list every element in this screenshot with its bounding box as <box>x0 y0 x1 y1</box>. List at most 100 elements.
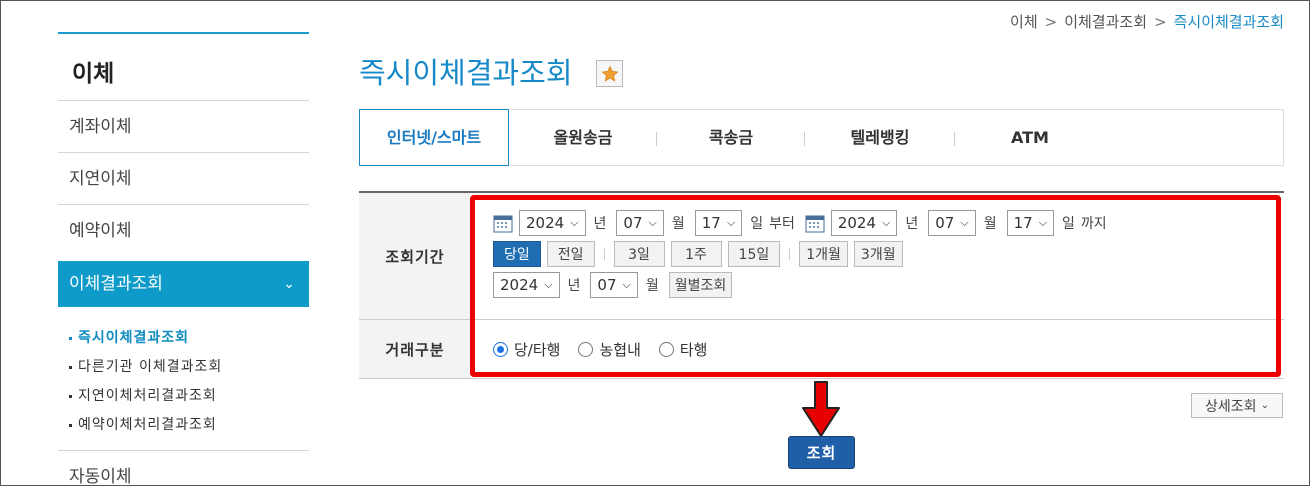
sidebar-item-auto-transfer[interactable]: 자동이체 <box>58 451 309 486</box>
breadcrumb-item[interactable]: 이체결과조회 <box>1064 13 1147 31</box>
unit-day: 일 <box>1062 216 1075 232</box>
breadcrumb: 이체 > 이체결과조회 > 즉시이체결과조회 <box>1010 11 1284 32</box>
radio-indicator <box>578 341 594 357</box>
bullet-icon <box>69 365 72 369</box>
tab-label: 올원송금 <box>553 128 613 147</box>
chevron-down-icon: ⌵ <box>726 216 736 229</box>
one-month-button[interactable]: 1개월 <box>799 241 848 267</box>
monthly-year-value: 2024 <box>500 276 539 294</box>
to-month-select[interactable]: 07 ⌵ <box>928 210 976 236</box>
tab-label: 콕송금 <box>708 128 754 147</box>
chevron-down-icon: ⌵ <box>622 278 631 291</box>
tab-allone-transfer[interactable]: 올원송금 <box>509 110 657 165</box>
period-row: 조회기간 2024 ⌵ 년 07 ⌵ 월 17 ⌵ 일 부터 2024 ⌵ 년 07 ⌵ … <box>359 193 1284 320</box>
monthly-month-select[interactable]: 07 ⌵ <box>590 272 638 298</box>
today-button[interactable]: 당일 <box>493 241 541 267</box>
radio-other-bank[interactable]: 타행 <box>658 339 708 360</box>
tab-kok-transfer[interactable]: 콕송금 <box>657 110 805 165</box>
submenu-item-label: 즉시이체결과조회 <box>78 330 190 346</box>
radio-label: 농협내 <box>599 340 641 359</box>
from-month-select[interactable]: 07 ⌵ <box>616 210 664 236</box>
chevron-down-icon: ⌄ <box>1260 400 1269 411</box>
unit-month: 월 <box>983 216 997 232</box>
bullet-icon <box>69 394 72 398</box>
tx-type-label: 거래구분 <box>359 320 471 378</box>
favorite-button[interactable] <box>596 60 623 87</box>
tab-internet-smart[interactable]: 인터넷/스마트 <box>359 109 509 166</box>
bullet-icon <box>69 423 72 427</box>
submenu-item-label: 지연이체처리결과조회 <box>78 388 217 404</box>
sidebar-title: 이체 <box>72 61 115 87</box>
tab-label: 텔레뱅킹 <box>850 128 910 147</box>
sidebar: 이체 계좌이체 지연이체 예약이체 이체결과조회 ⌄ 즉시이체결과조회 다른기관… <box>58 32 309 486</box>
submenu-item-delayed-result[interactable]: 지연이체처리결과조회 <box>69 382 309 411</box>
sidebar-item-scheduled-transfer[interactable]: 예약이체 <box>58 205 309 257</box>
three-days-button[interactable]: 3일 <box>613 241 665 267</box>
chevron-down-icon: ⌵ <box>1038 216 1048 229</box>
detail-search-button[interactable]: 상세조회 ⌄ <box>1191 393 1283 418</box>
radio-label: 당/타행 <box>514 340 561 359</box>
to-day-select[interactable]: 17 ⌵ <box>1006 210 1055 236</box>
submenu-item-label: 예약이체처리결과조회 <box>78 417 217 433</box>
divider <box>603 248 605 260</box>
chevron-down-icon: ⌵ <box>882 216 891 229</box>
period-controls: 2024 ⌵ 년 07 ⌵ 월 17 ⌵ 일 부터 2024 ⌵ 년 07 ⌵ 월 17 ⌵… <box>471 193 1284 319</box>
submenu-item-instant-result[interactable]: 즉시이체결과조회 <box>69 324 309 353</box>
unit-year: 년 <box>567 278 581 294</box>
sidebar-item-delayed-transfer[interactable]: 지연이체 <box>58 153 309 205</box>
sidebar-submenu: 즉시이체결과조회 다른기관 이체결과조회 지연이체처리결과조회 예약이체처리결과… <box>58 307 309 451</box>
from-year-value: 2024 <box>526 214 565 232</box>
radio-indicator <box>493 341 508 357</box>
page-title: 즉시이체결과조회 <box>359 56 573 90</box>
calendar-icon[interactable] <box>805 213 825 233</box>
monthly-month-value: 07 <box>597 276 617 294</box>
submenu-item-scheduled-result[interactable]: 예약이체처리결과조회 <box>69 411 309 440</box>
tx-type-row: 거래구분 당/타행 농협내 타행 <box>359 320 1284 379</box>
from-day-select[interactable]: 17 ⌵ <box>694 210 743 236</box>
sidebar-item-label: 이체결과조회 <box>69 274 163 294</box>
unit-month: 월 <box>645 278 659 294</box>
tab-telebanking[interactable]: 텔레뱅킹 <box>805 110 955 165</box>
period-label: 조회기간 <box>359 193 471 319</box>
breadcrumb-separator: > <box>1154 13 1167 31</box>
tab-atm[interactable]: ATM <box>955 110 1105 165</box>
chevron-down-icon: ⌵ <box>648 216 657 229</box>
to-suffix: 까지 <box>1080 216 1107 232</box>
yesterday-button[interactable]: 전일 <box>546 241 595 267</box>
monthly-year-select[interactable]: 2024 ⌵ <box>493 272 560 298</box>
unit-year: 년 <box>905 216 919 232</box>
radio-own-other-bank[interactable]: 당/타행 <box>493 339 560 360</box>
bullet-icon <box>69 336 72 340</box>
submenu-item-other-institution-result[interactable]: 다른기관 이체결과조회 <box>69 353 309 382</box>
sidebar-item-transfer-result[interactable]: 이체결과조회 ⌄ <box>58 261 309 307</box>
unit-day: 일 <box>750 216 764 232</box>
to-day-value: 17 <box>1013 214 1033 232</box>
calendar-icon[interactable] <box>493 213 513 233</box>
monthly-search-button[interactable]: 월별조회 <box>668 272 733 298</box>
chevron-down-icon: ⌵ <box>570 216 579 229</box>
radio-nonghyup-internal[interactable]: 농협내 <box>578 339 641 360</box>
radio-label: 타행 <box>679 340 708 359</box>
breadcrumb-separator: > <box>1044 13 1058 31</box>
to-month-value: 07 <box>935 214 955 232</box>
from-month-value: 07 <box>623 214 643 232</box>
date-range-line: 2024 ⌵ 년 07 ⌵ 월 17 ⌵ 일 부터 2024 ⌵ 년 07 ⌵ 월 17 ⌵… <box>493 209 1284 237</box>
three-months-button[interactable]: 3개월 <box>853 241 903 267</box>
chevron-down-icon: ⌵ <box>544 278 553 291</box>
detail-search-label: 상세조회 <box>1205 398 1257 415</box>
unit-year: 년 <box>593 216 607 232</box>
fifteen-days-button[interactable]: 15일 <box>727 241 781 267</box>
red-arrow-icon <box>802 381 840 437</box>
from-year-select[interactable]: 2024 ⌵ <box>519 210 586 236</box>
submenu-item-label: 다른기관 이체결과조회 <box>78 359 223 375</box>
divider <box>789 248 791 260</box>
breadcrumb-item[interactable]: 이체 <box>1010 13 1038 31</box>
to-year-select[interactable]: 2024 ⌵ <box>830 210 898 236</box>
one-week-button[interactable]: 1주 <box>670 241 722 267</box>
sidebar-item-account-transfer[interactable]: 계좌이체 <box>58 101 309 153</box>
chevron-down-icon: ⌄ <box>283 276 295 292</box>
search-button[interactable]: 조회 <box>788 436 855 469</box>
breadcrumb-current: 즉시이체결과조회 <box>1173 13 1284 31</box>
to-year-value: 2024 <box>837 214 877 232</box>
from-day-value: 17 <box>701 214 721 232</box>
